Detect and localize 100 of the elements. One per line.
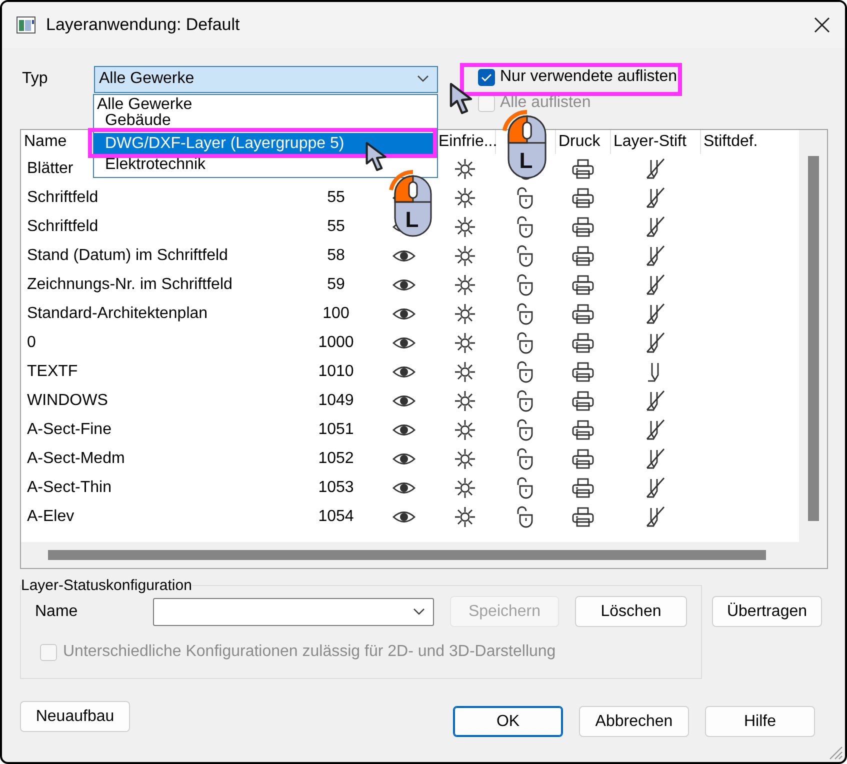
chevron-down-icon <box>417 75 429 83</box>
layer-name: A-Elev <box>27 508 74 524</box>
sun-icon <box>454 244 476 266</box>
field-label: Name <box>35 602 79 620</box>
button[interactable]: Löschen <box>575 596 687 627</box>
layer-name: A-Sect-Fine <box>27 420 112 438</box>
layer-name: Schriftfeld <box>27 188 98 206</box>
printer-icon <box>570 274 594 296</box>
layer-number: 1049 <box>318 392 354 408</box>
printer-icon <box>570 418 594 440</box>
sun-icon <box>454 186 476 208</box>
window-icon <box>16 16 36 34</box>
type-dropdown[interactable]: Alle Gewerke <box>94 66 438 92</box>
sun-icon <box>454 216 476 238</box>
padlock-icon <box>515 186 535 208</box>
button[interactable]: OK <box>453 706 563 737</box>
sun-icon <box>454 274 476 296</box>
padlock-icon <box>515 332 535 354</box>
padlock-icon <box>515 418 535 440</box>
layer-number: 59 <box>327 276 345 292</box>
layer-name: Blätter <box>27 160 74 176</box>
eye-icon <box>392 364 416 380</box>
layer-name: TEXTF <box>27 362 78 380</box>
column-header[interactable]: Druck <box>555 130 610 154</box>
sun-icon <box>454 390 476 412</box>
checkbox-label: Unterschiedliche Konfigurationen zulässig für 2D- und 3D-Darstellung <box>63 643 556 661</box>
eye-icon <box>392 248 416 264</box>
eye-icon <box>392 306 416 322</box>
checkbox[interactable] <box>478 68 495 86</box>
layer-number: 1054 <box>318 508 354 524</box>
sun-icon <box>454 158 476 180</box>
dropdown-option[interactable]: Gebäude <box>94 113 437 129</box>
button[interactable]: Neuaufbau <box>20 701 130 732</box>
checkmark-icon <box>481 72 492 82</box>
group-title: Layer-Statuskonfiguration <box>21 577 192 594</box>
padlock-icon <box>515 360 535 382</box>
sun-icon <box>454 418 476 440</box>
printer-icon <box>570 302 594 324</box>
checkbox-label: Nur verwendete auflisten <box>500 68 677 86</box>
eye-icon <box>392 334 416 350</box>
sun-icon <box>454 506 476 528</box>
padlock-icon <box>515 390 535 412</box>
layer-name: A-Sect-Thin <box>27 478 112 496</box>
printer-icon <box>570 506 594 528</box>
mouse-button-label: L <box>519 150 533 172</box>
padlock-icon <box>515 274 535 296</box>
eye-icon <box>392 480 416 496</box>
dropdown-option[interactable]: Elektrotechnik <box>94 157 437 173</box>
printer-icon <box>570 216 594 238</box>
dropdown-option[interactable]: Alle Gewerke <box>94 97 437 113</box>
checkbox-label: Alle auflisten <box>500 94 591 112</box>
padlock-icon <box>515 448 535 470</box>
button[interactable]: Abbrechen <box>579 706 689 737</box>
sun-icon <box>454 332 476 354</box>
sun-icon <box>454 476 476 498</box>
mouse-button-label: L <box>405 209 419 232</box>
padlock-icon <box>515 476 535 498</box>
layer-name: Schriftfeld <box>27 218 98 234</box>
column-header[interactable]: Layer-Stift <box>610 130 700 154</box>
button[interactable]: Hilfe <box>705 706 815 737</box>
button[interactable]: Übertragen <box>712 596 822 627</box>
eye-icon <box>392 450 416 466</box>
chevron-down-icon <box>413 608 425 616</box>
vertical-scrollbar-thumb[interactable] <box>808 156 818 521</box>
layer-name: Zeichnungs-Nr. im Schriftfeld <box>27 276 232 292</box>
layer-name: A-Sect-Medm <box>27 450 125 466</box>
window-title: Layeranwendung: Default <box>46 15 241 35</box>
layer-number: 1052 <box>318 450 354 466</box>
field-label: Typ <box>21 70 49 88</box>
eye-icon <box>392 422 416 438</box>
column-header[interactable]: Stiftdef. <box>700 130 799 154</box>
layer-number: 55 <box>327 188 345 206</box>
printer-icon <box>570 332 594 354</box>
layer-number: 1051 <box>318 420 354 438</box>
printer-icon <box>570 186 594 208</box>
sun-icon <box>454 360 476 382</box>
close-icon <box>813 16 831 34</box>
printer-icon <box>570 158 594 180</box>
eye-icon <box>392 392 416 408</box>
layer-name: 0 <box>27 334 36 350</box>
sun-icon <box>454 448 476 470</box>
layer-number: 100 <box>322 304 350 322</box>
printer-icon <box>570 360 594 382</box>
printer-icon <box>570 448 594 470</box>
horizontal-scrollbar-thumb[interactable] <box>48 550 766 560</box>
name-dropdown[interactable] <box>153 598 434 626</box>
eye-icon <box>392 276 416 292</box>
layer-name: Stand (Datum) im Schriftfeld <box>27 246 228 264</box>
layer-name: Standard-Architektenplan <box>27 304 208 322</box>
padlock-icon <box>515 302 535 324</box>
layer-number: 55 <box>327 218 345 234</box>
layer-name: WINDOWS <box>27 392 108 408</box>
layer-number: 58 <box>327 246 345 264</box>
resize-grip-icon <box>827 744 843 760</box>
padlock-icon <box>515 244 535 266</box>
dropdown-value: Alle Gewerke <box>99 70 194 88</box>
layer-number: 1053 <box>318 478 354 496</box>
padlock-icon <box>515 506 535 528</box>
printer-icon <box>570 476 594 498</box>
printer-icon <box>570 390 594 412</box>
